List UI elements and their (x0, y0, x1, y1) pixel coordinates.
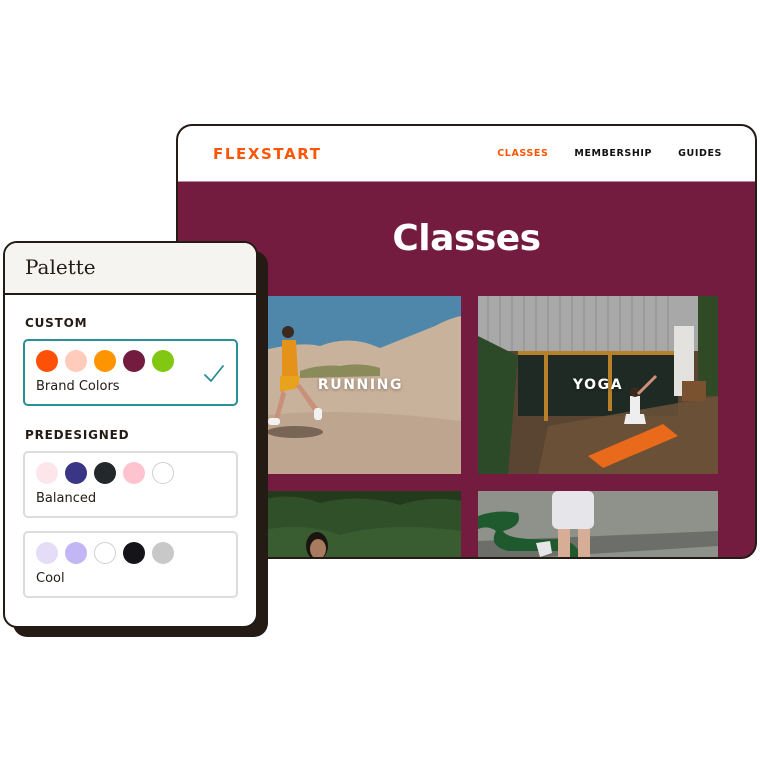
color-swatch (152, 462, 174, 484)
card-label-yoga: YOGA (572, 377, 624, 393)
color-swatch (36, 350, 58, 372)
palette-title: Palette (25, 255, 96, 279)
color-swatch (123, 542, 145, 564)
nav-item-classes[interactable]: CLASSES (497, 148, 548, 159)
checkmark-icon (204, 365, 224, 382)
swatch-row (36, 350, 225, 372)
custom-section-label: CUSTOM (25, 316, 88, 330)
option-name: Balanced (36, 491, 97, 506)
option-name: Brand Colors (36, 379, 120, 394)
person-in-greenery-photo (260, 491, 461, 557)
color-swatch (152, 350, 174, 372)
predesigned-section-label: PREDESIGNED (25, 428, 130, 442)
color-swatch (65, 462, 87, 484)
swatch-row (36, 462, 225, 484)
nav-item-membership[interactable]: MEMBERSHIP (574, 148, 652, 159)
palette-panel: Palette CUSTOM Brand Colors PREDESIGNED … (3, 241, 258, 628)
swatch-row (36, 542, 225, 564)
color-swatch (123, 350, 145, 372)
color-swatch (36, 462, 58, 484)
palette-option-balanced[interactable]: Balanced (23, 451, 238, 518)
nav-item-guides[interactable]: GUIDES (678, 148, 722, 159)
palette-option-brand-colors[interactable]: Brand Colors (23, 339, 238, 406)
color-swatch (94, 350, 116, 372)
color-swatch (123, 462, 145, 484)
page-title: Classes (392, 218, 541, 259)
color-swatch (94, 462, 116, 484)
card-label-running: RUNNING (317, 377, 404, 393)
legs-and-resistance-band-photo (478, 491, 718, 557)
color-swatch (36, 542, 58, 564)
site-header: FLEXSTART CLASSES MEMBERSHIP GUIDES (178, 126, 755, 182)
color-swatch (152, 542, 174, 564)
palette-header: Palette (5, 243, 256, 295)
option-name: Cool (36, 571, 65, 586)
color-swatch (65, 542, 87, 564)
class-card-running[interactable]: RUNNING (260, 296, 461, 474)
class-grid: RUNNING YOGA (260, 296, 720, 557)
color-swatch (65, 350, 87, 372)
site-logo[interactable]: FLEXSTART (213, 145, 322, 163)
palette-option-cool[interactable]: Cool (23, 531, 238, 598)
class-card-3[interactable] (260, 491, 461, 557)
class-card-yoga[interactable]: YOGA (478, 296, 718, 474)
class-card-4[interactable] (478, 491, 718, 557)
site-nav: CLASSES MEMBERSHIP GUIDES (497, 148, 722, 159)
color-swatch (94, 542, 116, 564)
